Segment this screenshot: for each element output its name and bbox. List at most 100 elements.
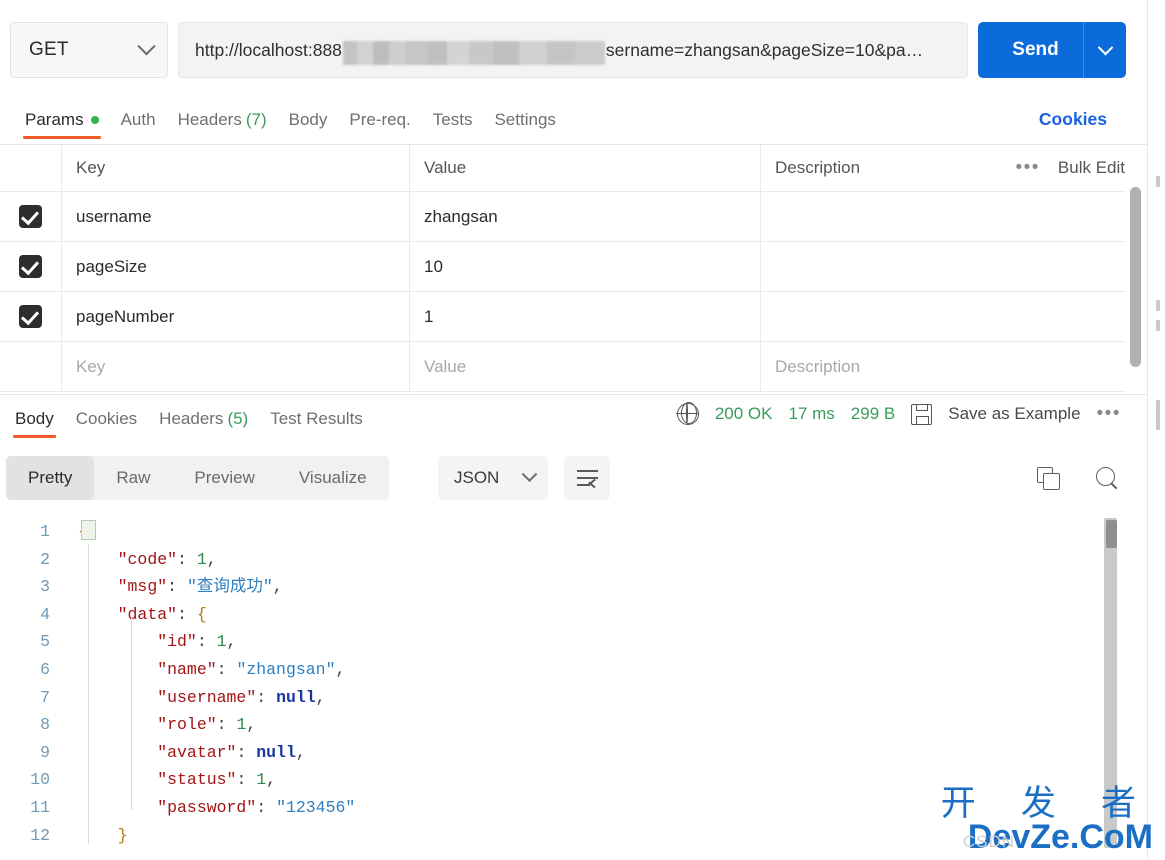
line-number: 8 (40, 715, 50, 735)
save-as-example-button[interactable]: Save as Example (948, 404, 1080, 424)
wrap-lines-button[interactable] (564, 456, 610, 500)
code-token: 1 (256, 770, 267, 790)
param-value[interactable]: 10 (424, 257, 443, 277)
code-token: "zhangsan" (236, 659, 336, 679)
code-token: "name" (157, 659, 217, 679)
response-tab-cookies[interactable]: Cookies (65, 395, 148, 439)
code-token: "msg" (117, 577, 168, 597)
code-line: "data": { (78, 601, 355, 629)
param-key[interactable]: username (76, 207, 152, 227)
row-checkbox[interactable] (19, 305, 42, 328)
param-key[interactable]: pageNumber (76, 307, 174, 327)
code-line: "role": 1, (78, 711, 355, 739)
unsaved-dot-icon (90, 116, 99, 124)
bulk-edit-button[interactable]: Bulk Edit (1058, 158, 1125, 178)
line-number: 10 (30, 770, 50, 790)
send-button[interactable]: Send (978, 22, 1126, 78)
param-value-placeholder[interactable]: Value (424, 357, 466, 377)
code-token: null (276, 687, 316, 707)
request-tab-tests[interactable]: Tests (422, 96, 484, 140)
http-method-selector[interactable]: GET (10, 22, 168, 78)
request-tab-headers[interactable]: Headers (7) (167, 96, 278, 140)
tab-label: Tests (432, 110, 473, 129)
code-token: } (117, 825, 128, 845)
url-prefix-text: http://localhost:888 (195, 39, 342, 60)
response-tab-body[interactable]: Body (4, 395, 65, 439)
rail-marker (1156, 300, 1160, 311)
row-checkbox[interactable] (19, 255, 42, 278)
chevron-down-icon (521, 465, 538, 482)
view-mode-pretty[interactable]: Pretty (6, 456, 95, 500)
response-format-selector[interactable]: JSON (438, 456, 548, 500)
search-icon[interactable] (1096, 467, 1119, 490)
line-number: 6 (40, 659, 50, 679)
code-line: "name": "zhangsan", (78, 656, 355, 684)
viewer-action-icons (1037, 467, 1119, 490)
line-number: 2 (40, 549, 50, 569)
code-line: "avatar": null, (78, 739, 355, 767)
param-value[interactable]: 1 (424, 307, 433, 327)
url-input[interactable]: http://localhost:888 sername=zhangsan&pag… (178, 22, 968, 78)
response-body-viewer[interactable]: 123456789101112 { "code": 1, "msg": "查询成… (0, 508, 1147, 860)
code-fold-marker[interactable] (81, 520, 96, 540)
column-header-description: Description (775, 158, 861, 177)
tab-label: Headers (177, 110, 242, 129)
request-tab-body[interactable]: Body (278, 96, 339, 140)
code-line: "status": 1, (78, 766, 355, 794)
line-number: 11 (30, 797, 50, 817)
request-tab-settings[interactable]: Settings (483, 96, 566, 140)
table-row[interactable]: pageSize 10 (0, 242, 1125, 292)
param-key[interactable]: pageSize (76, 257, 147, 277)
code-token: , (335, 659, 346, 679)
code-token: : (236, 770, 257, 790)
params-table-scrollbar[interactable] (1130, 187, 1141, 367)
view-mode-preview[interactable]: Preview (172, 456, 276, 500)
request-tab-prereq[interactable]: Pre-req. (338, 96, 421, 140)
tab-label: Cookies (75, 409, 138, 428)
response-more-options-icon[interactable]: ••• (1097, 404, 1121, 423)
globe-icon (676, 402, 699, 425)
code-token: : (177, 549, 197, 569)
code-token: 1 (216, 632, 227, 652)
response-viewer-toolbar: Pretty Raw Preview Visualize JSON (0, 450, 1147, 508)
code-line: "password": "123456" (78, 794, 355, 822)
code-token: : (196, 632, 217, 652)
send-options-chevron-icon[interactable] (1084, 39, 1126, 56)
response-format-label: JSON (454, 468, 500, 487)
copy-icon[interactable] (1037, 467, 1060, 490)
code-token: "id" (157, 632, 197, 652)
scrollbar-thumb[interactable] (1106, 520, 1117, 548)
request-tab-params[interactable]: Params (14, 96, 110, 140)
view-mode-raw[interactable]: Raw (94, 456, 172, 500)
table-row[interactable]: pageNumber 1 (0, 292, 1125, 342)
url-ellipsis: … (905, 39, 924, 60)
response-tab-testresults[interactable]: Test Results (259, 395, 374, 439)
code-line: } (78, 822, 355, 850)
table-row[interactable]: username zhangsan (0, 192, 1125, 242)
ellipsis-icon[interactable]: ••• (1015, 158, 1039, 177)
table-header-row: Key Value Description (0, 145, 1125, 192)
code-token: : (216, 715, 237, 735)
http-method-label: GET (29, 39, 69, 60)
watermark-csdn-text: CSDN (962, 832, 1015, 851)
code-token: "123456" (276, 797, 356, 817)
code-token: : (256, 797, 277, 817)
response-tab-headers[interactable]: Headers (5) (148, 395, 259, 439)
row-checkbox[interactable] (19, 205, 42, 228)
code-token: , (272, 577, 283, 597)
param-description-placeholder[interactable]: Description (775, 357, 860, 377)
param-value[interactable]: zhangsan (424, 207, 498, 227)
table-row-empty[interactable]: Key Value Description (0, 342, 1125, 392)
view-mode-segmented-control: Pretty Raw Preview Visualize (6, 456, 389, 500)
response-size: 299 B (850, 404, 896, 423)
code-line: "msg": "查询成功", (78, 573, 355, 601)
save-icon (911, 403, 933, 425)
code-line: { (78, 518, 355, 546)
param-key-placeholder[interactable]: Key (76, 357, 105, 377)
chevron-down-icon (137, 36, 156, 55)
tab-count: (7) (245, 110, 267, 129)
request-tab-auth[interactable]: Auth (110, 96, 167, 140)
response-body-scrollbar[interactable] (1104, 518, 1117, 848)
view-mode-visualize[interactable]: Visualize (277, 456, 389, 500)
cookies-link[interactable]: Cookies (1039, 109, 1107, 130)
